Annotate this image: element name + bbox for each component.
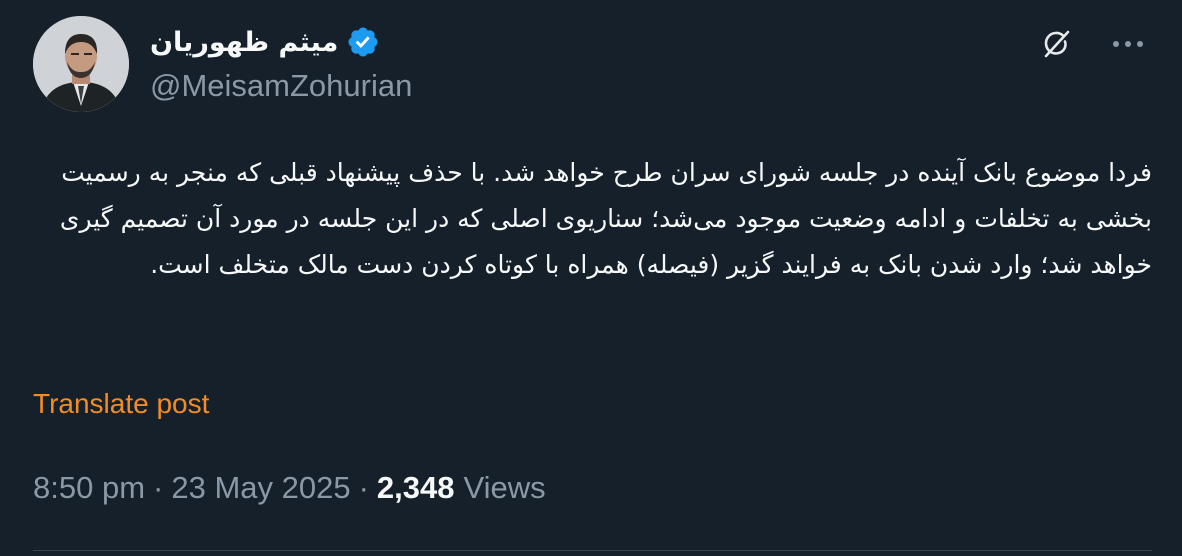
meta-separator: · <box>153 470 164 505</box>
post-meta: 8:50 pm · 23 May 2025 · 2,348 Views <box>33 470 546 506</box>
author-name-row[interactable]: میثم ظهوریان <box>150 22 380 62</box>
post-actions <box>1034 22 1150 66</box>
avatar[interactable] <box>33 16 129 112</box>
grok-icon[interactable] <box>1034 22 1078 66</box>
post-date[interactable]: 23 May 2025 <box>171 470 350 506</box>
verified-badge-icon[interactable] <box>346 25 380 59</box>
translate-post-link[interactable]: Translate post <box>33 388 209 420</box>
author-handle[interactable]: @MeisamZohurian <box>150 68 412 104</box>
views-label: Views <box>463 470 546 505</box>
divider <box>33 550 1152 551</box>
display-name[interactable]: میثم ظهوریان <box>150 27 338 58</box>
more-icon[interactable] <box>1106 22 1150 66</box>
meta-separator: · <box>358 470 369 505</box>
post-time[interactable]: 8:50 pm <box>33 470 145 506</box>
views-count[interactable]: 2,348 <box>377 470 464 506</box>
post-text: فردا موضوع بانک آینده در جلسه شورای سران… <box>59 158 1152 279</box>
